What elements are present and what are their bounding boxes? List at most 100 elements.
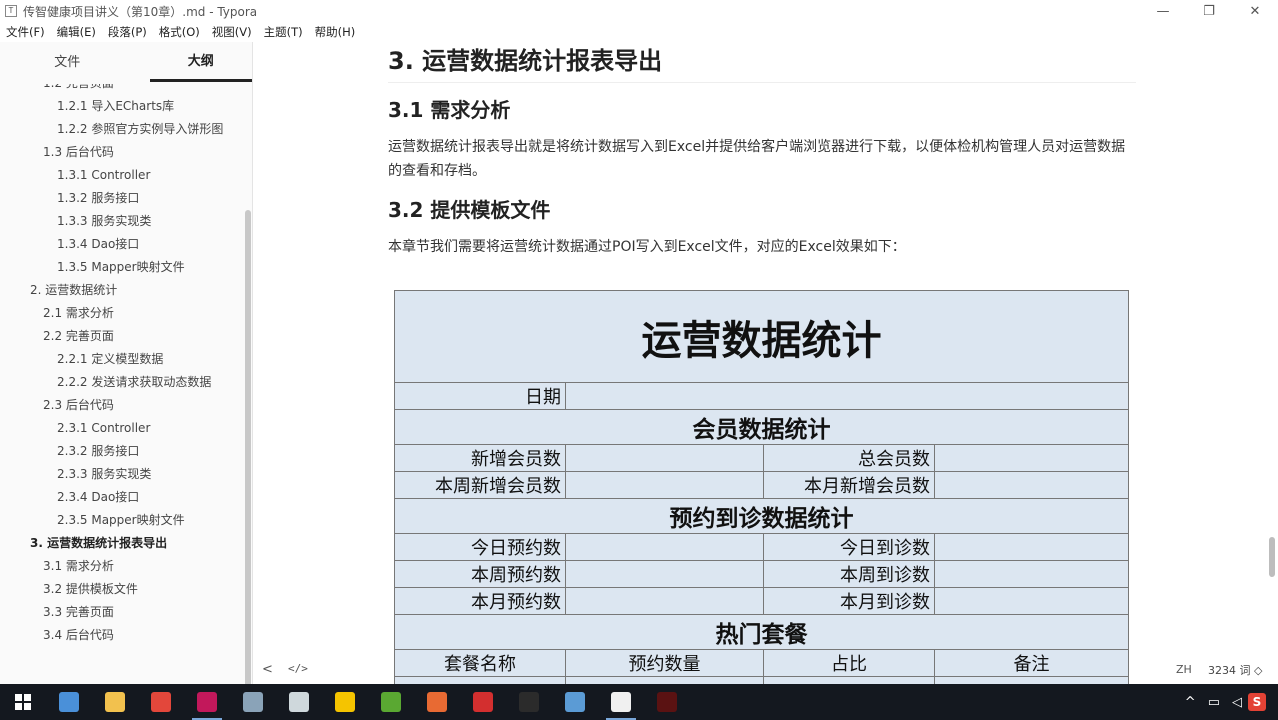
outline-item[interactable]: 3.3 完善页面 — [0, 601, 244, 624]
sidebar-scrollbar[interactable] — [245, 210, 251, 720]
outline-item[interactable]: 3.4 后台代码 — [0, 624, 244, 647]
outline-item[interactable]: 1.2 完善页面 — [0, 84, 244, 95]
outline-item[interactable]: 2.1 需求分析 — [0, 302, 244, 325]
taskbar-apps — [46, 684, 690, 720]
excel-hot-title: 热门套餐 — [394, 614, 1129, 650]
start-button[interactable] — [0, 684, 46, 720]
notepad-icon — [289, 692, 309, 712]
excel-week-new-members: 本周新增会员数 — [394, 471, 566, 499]
taskbar-app-folder[interactable] — [92, 684, 138, 720]
taskbar-app-app-yellow[interactable] — [322, 684, 368, 720]
taskbar-app-intellij[interactable] — [184, 684, 230, 720]
tray-sogou-icon[interactable]: S — [1248, 693, 1266, 711]
typora-app-icon: T — [5, 5, 17, 17]
taskbar-app-window-app[interactable] — [552, 684, 598, 720]
outline-item[interactable]: 3.2 提供模板文件 — [0, 578, 244, 601]
taskbar-app-app-gear[interactable] — [230, 684, 276, 720]
app-colorful-icon — [427, 692, 447, 712]
excel-cell — [565, 382, 1129, 410]
document-content: 3. 运营数据统计报表导出 3.1 需求分析 运营数据统计报表导出就是将统计数据… — [388, 42, 1136, 684]
editor-area: 3. 运营数据统计报表导出 3.1 需求分析 运营数据统计报表导出就是将统计数据… — [254, 42, 1278, 684]
outline-item[interactable]: 2.3 后台代码 — [0, 394, 244, 417]
paragraph-requirement: 运营数据统计报表导出就是将统计数据写入到Excel并提供给客户端浏览器进行下载，… — [388, 139, 1126, 179]
menu-help[interactable]: 帮助(H) — [309, 22, 362, 42]
outline-item[interactable]: 1.2.2 参照官方实例导入饼形图 — [0, 118, 244, 141]
outline-item[interactable]: 2.2.1 定义模型数据 — [0, 348, 244, 371]
outline-item[interactable]: 1.3.4 Dao接口 — [0, 233, 244, 256]
paragraph-template: 本章节我们需要将运营统计数据通过POI写入到Excel文件，对应的Excel效果… — [388, 239, 906, 255]
excel-order-title: 预约到诊数据统计 — [394, 498, 1129, 534]
outline-item[interactable]: 2.3.3 服务实现类 — [0, 463, 244, 486]
window-controls: — ❐ ✕ — [1140, 0, 1278, 22]
toggle-sidebar-icon[interactable]: < — [262, 662, 273, 677]
excel-cell — [934, 533, 1129, 561]
menu-format[interactable]: 格式(O) — [153, 22, 206, 42]
outline-item[interactable]: 3.1 需求分析 — [0, 555, 244, 578]
excel-week-orders: 本周预约数 — [394, 560, 566, 588]
menu-file[interactable]: 文件(F) — [0, 22, 51, 42]
word-count[interactable]: 3234 词 ◇ — [1202, 660, 1268, 680]
app-yellow-icon — [335, 692, 355, 712]
restore-button[interactable]: ❐ — [1186, 0, 1232, 22]
outline-item[interactable]: 1.3.1 Controller — [0, 164, 244, 187]
outline-item[interactable]: 2.3.5 Mapper映射文件 — [0, 509, 244, 532]
menu-edit[interactable]: 编辑(E) — [51, 22, 102, 42]
sidebar: 文件 大纲 1.2 完善页面1.2.1 导入ECharts库1.2.2 参照官方… — [0, 42, 253, 720]
excel-cell — [565, 560, 764, 588]
taskbar: ^ ▭ ◁ S — [0, 684, 1278, 720]
excel-cell — [565, 587, 764, 615]
excel-today-visits: 今日到诊数 — [763, 533, 935, 561]
outline-item[interactable]: 2.3.4 Dao接口 — [0, 486, 244, 509]
sidebar-tabs: 文件 大纲 — [0, 42, 252, 84]
outline-item[interactable]: 1.3.2 服务接口 — [0, 187, 244, 210]
taskbar-app-app-dark-red[interactable] — [644, 684, 690, 720]
typora-icon — [611, 692, 631, 712]
menu-paragraph[interactable]: 段落(P) — [102, 22, 153, 42]
tray-network-icon[interactable]: ▭ — [1202, 695, 1226, 710]
outline-item[interactable]: 1.3.3 服务实现类 — [0, 210, 244, 233]
language-indicator: ZH — [1176, 663, 1192, 676]
outline-item[interactable]: 2. 运营数据统计 — [0, 279, 244, 302]
tab-files[interactable]: 文件 — [16, 42, 119, 84]
outline-item[interactable]: 2.3.2 服务接口 — [0, 440, 244, 463]
windows-logo-icon — [15, 694, 31, 710]
outline-item[interactable]: 3. 运营数据统计报表导出 — [0, 532, 244, 555]
taskbar-app-app-colorful[interactable] — [414, 684, 460, 720]
taskbar-app-app-green[interactable] — [368, 684, 414, 720]
excel-week-visits: 本周到诊数 — [763, 560, 935, 588]
heading-3-2: 3.2 提供模板文件 — [388, 198, 551, 222]
taskbar-app-app-red-box[interactable] — [460, 684, 506, 720]
menu-view[interactable]: 视图(V) — [206, 22, 258, 42]
outline-item[interactable]: 2.2.2 发送请求获取动态数据 — [0, 371, 244, 394]
minimize-button[interactable]: — — [1140, 0, 1186, 22]
editor-scrollbar[interactable] — [1269, 537, 1275, 577]
excel-title: 运营数据统计 — [394, 290, 1129, 383]
outline-item[interactable]: 1.2.1 导入ECharts库 — [0, 95, 244, 118]
outline-item[interactable]: 1.3.5 Mapper映射文件 — [0, 256, 244, 279]
outline-item[interactable]: 1.3 后台代码 — [0, 141, 244, 164]
excel-today-orders: 今日预约数 — [394, 533, 566, 561]
close-button[interactable]: ✕ — [1232, 0, 1278, 22]
taskbar-app-typora[interactable] — [598, 684, 644, 720]
menu-theme[interactable]: 主题(T) — [258, 22, 309, 42]
tray-volume-icon[interactable]: ◁ — [1226, 695, 1248, 710]
outline-item[interactable]: 2.3.1 Controller — [0, 417, 244, 440]
window-title: 传智健康项目讲义（第10章）.md - Typora — [23, 4, 258, 19]
outline-item[interactable]: 2.2 完善页面 — [0, 325, 244, 348]
source-mode-icon[interactable]: </> — [288, 662, 308, 675]
taskbar-app-explorer[interactable] — [46, 684, 92, 720]
terminal-icon — [519, 692, 539, 712]
app-green-icon — [381, 692, 401, 712]
tray-expand-icon[interactable]: ^ — [1179, 695, 1202, 710]
excel-cell — [934, 587, 1129, 615]
tab-outline[interactable]: 大纲 — [149, 42, 252, 82]
app-dark-red-icon — [657, 692, 677, 712]
excel-month-visits: 本月到诊数 — [763, 587, 935, 615]
excel-month-new-members: 本月新增会员数 — [763, 471, 935, 499]
excel-date-label: 日期 — [394, 382, 566, 410]
taskbar-app-terminal[interactable] — [506, 684, 552, 720]
taskbar-app-notepad[interactable] — [276, 684, 322, 720]
outline-panel: 1.2 完善页面1.2.1 导入ECharts库1.2.2 参照官方实例导入饼形… — [0, 84, 244, 684]
taskbar-app-chrome[interactable] — [138, 684, 184, 720]
title-bar: T 传智健康项目讲义（第10章）.md - Typora — ❐ ✕ — [0, 0, 1278, 22]
